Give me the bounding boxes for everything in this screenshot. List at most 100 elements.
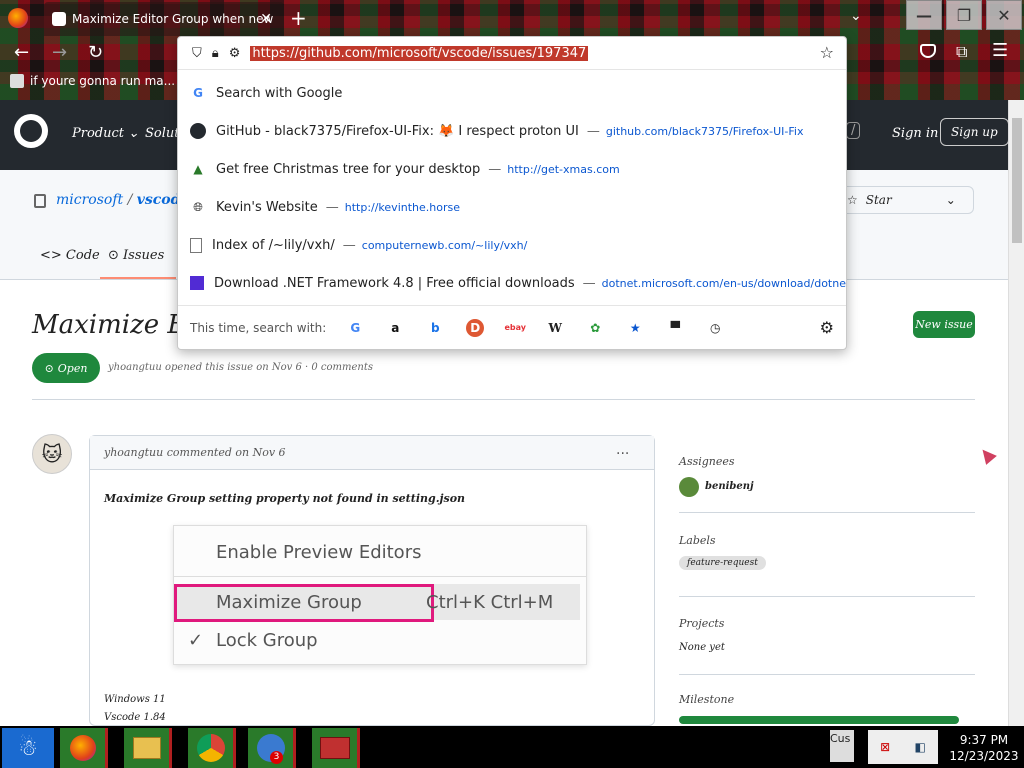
back-icon[interactable]: ← [14,42,29,63]
tab-list-icon[interactable]: ⌄ [850,8,862,24]
wikipedia-engine-icon[interactable]: W [546,319,564,337]
extensions-icon[interactable]: ⧉ [956,42,967,62]
github-icon [190,123,206,139]
volume-icon[interactable]: ◧ [915,740,926,754]
taskbar-cus-button[interactable]: Cus [830,730,854,762]
issue-meta: yhoangtuu opened this issue on Nov 6 · 0… [108,362,374,373]
suggestion-title: GitHub - black7375/Firefox-UI-Fix: 🦊 I r… [216,123,579,139]
bookmark-icon [10,74,24,88]
bing-engine-icon[interactable]: b [426,319,444,337]
status-badge-label: Open [57,361,88,375]
repo-path[interactable]: microsoft / vscode [56,192,189,208]
start-button-santa-icon[interactable]: ☃ [2,728,54,768]
assignee-name[interactable]: benibenj [705,481,754,492]
search-with-label: This time, search with: [190,320,327,335]
comment-body: Maximize Group setting property not foun… [104,492,466,505]
tree-icon: ▲ [193,162,203,176]
firefox-menu-icon[interactable] [8,8,28,28]
suggestion-title: Kevin's Website [216,199,318,215]
url-input[interactable]: https://github.com/microsoft/vscode/issu… [250,45,589,61]
urlbar[interactable]: ⛉ 🔒︎ ⚙ https://github.com/microsoft/vsco… [178,37,846,70]
new-issue-button[interactable]: New issue [913,311,975,338]
addon-engine-icon[interactable]: ✿ [586,319,604,337]
restore-button[interactable]: ❐ [946,0,982,30]
bookmark-item[interactable]: if youre gonna run ma... [10,74,175,88]
tab-active[interactable]: Maximize Editor Group when new ✕ [44,2,284,36]
lock-icon[interactable]: 🔒︎ [212,46,219,61]
github-logo-icon[interactable] [14,114,48,148]
tab-issues[interactable]: ⊙ Issues [108,248,164,263]
more-icon[interactable]: ··· [616,446,629,462]
suggestion-xmas[interactable]: ▲ Get free Christmas tree for your deskt… [178,150,846,188]
suggestion-title: Download .NET Framework 4.8 | Free offic… [214,275,575,291]
sidebar-divider-2 [679,596,975,597]
labels-label: Labels [679,534,716,547]
page-scrollbar[interactable] [1008,100,1024,726]
taskbar-badge: 3 [270,751,283,764]
search-settings-gear-icon[interactable]: ⚙ [820,318,834,337]
suggestion-url: computernewb.com/~lily/vxh/ [361,238,528,252]
suggestion-search-google[interactable]: G Search with Google [178,74,846,112]
search-slash-icon[interactable]: / [846,122,861,139]
history-engine-icon[interactable]: ◷ [706,319,724,337]
shield-icon[interactable]: ⛉ [192,46,202,61]
suggestion-title: Index of /~lily/vxh/ [212,237,335,253]
sign-up-button[interactable]: Sign up [940,118,1009,146]
taskbar-toolbox-icon[interactable] [312,728,360,768]
reload-icon[interactable]: ↻ [88,42,103,63]
new-tab-button[interactable]: + [290,6,307,30]
clock[interactable]: 9:37 PM 12/23/2023 [944,730,1024,766]
tab-close-icon[interactable]: ✕ [260,11,272,27]
menu-item-maximize: Maximize Group [216,592,362,613]
tabs-engine-icon[interactable]: ▀ [666,319,684,337]
taskbar-explorer-icon[interactable] [124,728,172,768]
title-divider [32,399,975,400]
taskbar-app-icon[interactable]: 3 [248,728,296,768]
google-engine-icon[interactable]: G [346,319,364,337]
forward-icon[interactable]: → [52,42,67,63]
menu-item-lock: Lock Group [216,630,318,651]
ebay-engine-icon[interactable]: ebay [505,319,527,337]
amazon-engine-icon[interactable]: a [386,319,404,337]
search-engines-row: This time, search with: G a b D ebay W ✿… [178,305,846,349]
comment-header: yhoangtuu commented on Nov 6 [90,436,654,470]
suggestion-url: http://kevinthe.horse [344,200,460,214]
close-window-button[interactable]: ✕ [986,0,1022,30]
suggestion-dotnet[interactable]: Download .NET Framework 4.8 | Free offic… [178,264,846,302]
nav-product[interactable]: Product ⌄ [72,126,139,141]
projects-label: Projects [679,617,725,630]
app-menu-icon[interactable]: ☰ [992,40,1008,61]
star-button[interactable]: ☆ Star ⌄ [838,186,974,214]
tab-code[interactable]: <> Code [40,248,100,263]
network-icon[interactable]: ⊠ [880,740,890,754]
bookmark-star-icon[interactable]: ☆ [820,43,834,62]
mouse-cursor-icon [977,445,997,465]
taskbar-chrome-icon[interactable] [188,728,236,768]
suggestion-url: http://get-xmas.com [507,162,620,176]
scrollbar-thumb[interactable] [1012,118,1022,243]
page-icon [190,237,202,253]
label-badge[interactable]: feature-request [679,556,766,570]
taskbar-firefox-icon[interactable] [60,728,108,768]
github-tab-icon [52,12,66,26]
google-icon: G [193,86,203,100]
sidebar-divider-1 [679,512,975,513]
dotnet-icon [190,276,204,290]
repo-owner[interactable]: microsoft [56,192,123,208]
nav-product-label: Product [72,126,124,141]
suggestion-lily[interactable]: Index of /~lily/vxh/ — computernewb.com/… [178,226,846,264]
menu-item-preview: Enable Preview Editors [216,542,422,563]
permissions-icon[interactable]: ⚙ [229,46,241,61]
minimize-button[interactable]: — [906,0,942,30]
assignees-label: Assignees [679,455,735,468]
suggestion-title: Get free Christmas tree for your desktop [216,161,481,177]
bookmarks-engine-icon[interactable]: ★ [626,319,644,337]
suggestion-dash: — [325,199,339,215]
avatar[interactable]: 🐱 [32,434,72,474]
suggestion-github[interactable]: GitHub - black7375/Firefox-UI-Fix: 🦊 I r… [178,112,846,150]
suggestion-dash: — [586,123,600,139]
tray-icons[interactable]: ⊠ ◧ [868,730,938,764]
sign-in-link[interactable]: Sign in [892,126,938,141]
suggestion-kevin[interactable]: 🌐︎ Kevin's Website — http://kevinthe.hor… [178,188,846,226]
duckduckgo-engine-icon[interactable]: D [466,318,485,337]
